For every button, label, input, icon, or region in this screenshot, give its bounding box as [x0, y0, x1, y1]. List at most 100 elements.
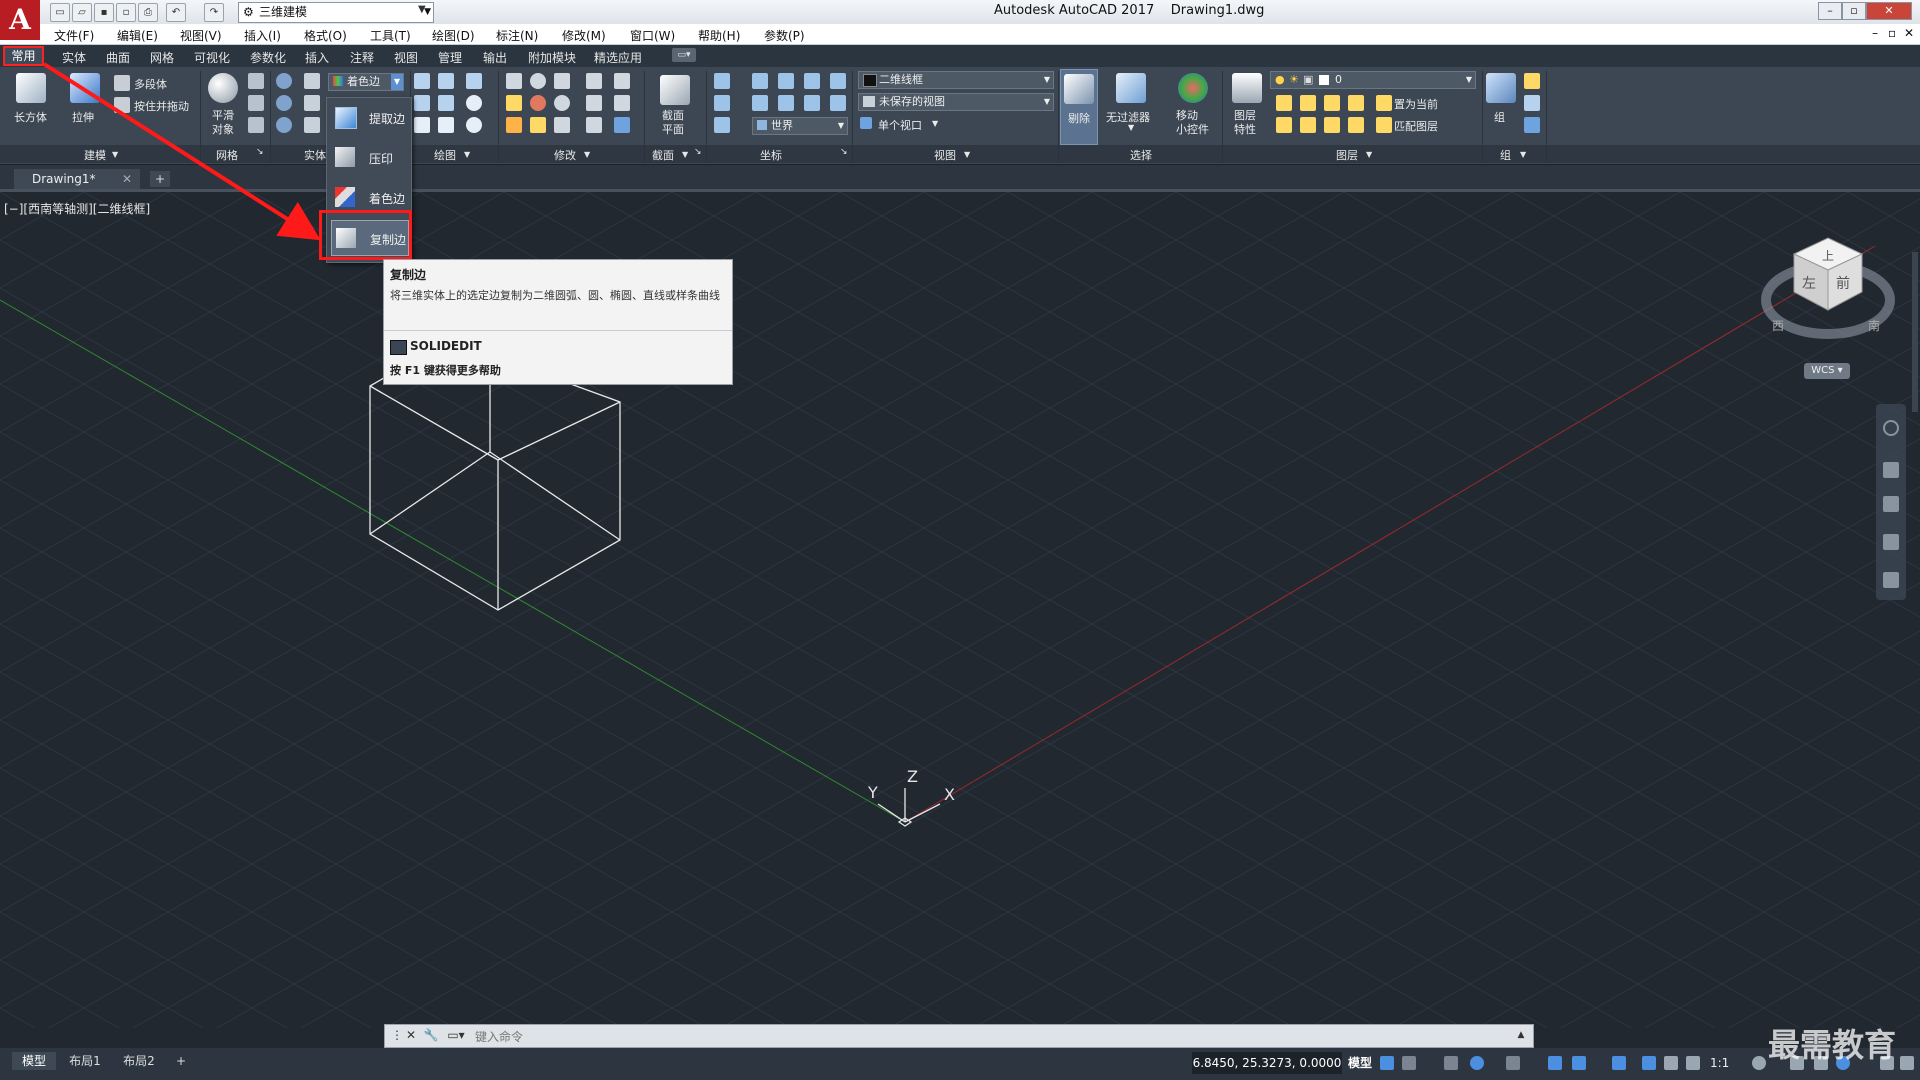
model-space-toggle[interactable]: 模型 — [1348, 1054, 1372, 1071]
ucs-3point-icon[interactable] — [714, 95, 730, 111]
customization-menu-icon[interactable] — [1900, 1056, 1914, 1070]
chevron-down-icon[interactable]: ▼ — [1128, 123, 1134, 132]
layer-combo[interactable]: ● ☀ ▣ 0 ▼ — [1270, 71, 1476, 89]
steering-wheel-icon[interactable] — [1883, 420, 1899, 436]
drawing-canvas[interactable]: Z X Y 上 左 前 西 南 — [0, 192, 1920, 1028]
ucs-z-icon[interactable] — [778, 73, 794, 89]
polar-icon[interactable] — [1470, 1056, 1484, 1070]
application-menu-button[interactable]: A — [0, 0, 40, 40]
ucs-object-icon[interactable] — [752, 95, 768, 111]
tab-featured-apps[interactable]: 精选应用 — [594, 49, 642, 66]
chevron-down-icon[interactable]: ▼ — [932, 119, 938, 128]
panel-title-section[interactable]: 截面 — [652, 147, 674, 163]
rectangle-icon[interactable] — [438, 117, 454, 133]
viewcube-top-face[interactable]: 上 — [1822, 249, 1834, 263]
object-snap-tracking-icon[interactable] — [1548, 1056, 1562, 1070]
viewcube-left-face[interactable]: 左 — [1802, 276, 1816, 292]
vertical-scrollbar[interactable] — [1912, 252, 1918, 412]
align-icon[interactable] — [614, 73, 630, 89]
panel-title-selection[interactable]: 选择 — [1130, 147, 1152, 163]
panel-expand-icon[interactable]: ▼ — [1366, 150, 1372, 159]
selection-cycling-icon[interactable] — [1642, 1056, 1656, 1070]
ortho-icon[interactable] — [1444, 1056, 1458, 1070]
match-layer-icon[interactable] — [1376, 117, 1392, 133]
dynamic-ucs-icon[interactable] — [1612, 1056, 1626, 1070]
ucs-zaxis-icon[interactable] — [830, 95, 846, 111]
workspace-switch-icon[interactable] — [1752, 1056, 1766, 1070]
annotation-visibility-icon[interactable] — [1664, 1056, 1678, 1070]
close-icon[interactable]: ✕ — [403, 1027, 419, 1043]
tab-layout1[interactable]: 布局1 — [62, 1052, 108, 1070]
tab-output[interactable]: 输出 — [483, 49, 507, 66]
circle-icon[interactable] — [466, 95, 482, 111]
panel-expand-icon[interactable]: ▼ — [682, 150, 688, 159]
ucs-named-icon[interactable] — [714, 117, 730, 133]
tab-layout2[interactable]: 布局2 — [116, 1052, 162, 1070]
panel-title-groups[interactable]: 组 — [1500, 147, 1511, 163]
layer-unisolate-icon[interactable] — [1276, 117, 1292, 133]
layer-walk-icon[interactable] — [1300, 117, 1316, 133]
single-viewport-button[interactable]: 单个视口 — [878, 117, 922, 133]
visual-style-combo[interactable]: 二维线框 ▼ — [858, 71, 1054, 89]
orbit-icon[interactable] — [1883, 534, 1899, 550]
3d-rotate-icon[interactable] — [530, 95, 546, 111]
menu-parametric[interactable]: 参数(P) — [764, 27, 805, 44]
object-snap-icon[interactable] — [1572, 1056, 1586, 1070]
menu-window[interactable]: 窗口(W) — [630, 27, 675, 44]
stretch-icon[interactable] — [554, 117, 570, 133]
isodraft-icon[interactable] — [1506, 1056, 1520, 1070]
tab-model[interactable]: 模型 — [12, 1052, 56, 1070]
fillet-icon[interactable] — [506, 95, 522, 111]
set-current-icon[interactable] — [1376, 95, 1392, 111]
layer-isolate-icon[interactable] — [1300, 95, 1316, 111]
array-icon[interactable] — [586, 95, 602, 111]
ellipse-icon[interactable] — [466, 117, 482, 133]
layer-freeze-tool-icon[interactable] — [1324, 95, 1340, 111]
coordinates-readout[interactable]: 6.8450, 25.3273, 0.0000 — [1192, 1052, 1342, 1074]
minimize-button[interactable]: – — [1818, 2, 1842, 20]
copy-icon[interactable] — [586, 117, 602, 133]
annotation-scale[interactable]: 1:1 — [1710, 1056, 1729, 1070]
layer-properties-icon[interactable] — [1232, 73, 1262, 103]
maximize-button[interactable]: ▫ — [1842, 2, 1866, 20]
saved-view-combo[interactable]: 未保存的视图 ▼ — [858, 93, 1054, 111]
layer-lock-tool-icon[interactable] — [1348, 95, 1364, 111]
doc-minimize-button[interactable]: – — [1872, 26, 1878, 40]
rectangular-array-icon[interactable] — [614, 117, 630, 133]
ucs-x-icon[interactable] — [804, 73, 820, 89]
ucs-view-icon[interactable] — [830, 73, 846, 89]
menu-dimension[interactable]: 标注(N) — [496, 27, 538, 44]
group-edit-icon[interactable] — [1524, 95, 1540, 111]
panel-title-coordinates[interactable]: 坐标 — [760, 147, 782, 163]
compass-south[interactable]: 南 — [1868, 318, 1880, 333]
tab-addins[interactable]: 附加模块 — [528, 49, 576, 66]
menu-modify[interactable]: 修改(M) — [562, 27, 606, 44]
compass-west[interactable]: 西 — [1772, 319, 1784, 333]
group-icon[interactable] — [1486, 73, 1516, 103]
trim-icon[interactable] — [506, 73, 522, 89]
ucs-icon[interactable] — [714, 73, 730, 89]
ucs-world-combo[interactable]: 世界 ▼ — [752, 117, 848, 135]
set-current-button[interactable]: 置为当前 — [1394, 96, 1438, 112]
rotate-icon[interactable] — [530, 73, 546, 89]
group-select-icon[interactable] — [1524, 117, 1540, 133]
doc-close-button[interactable]: ✕ — [1904, 26, 1914, 40]
menu-draw[interactable]: 绘图(D) — [432, 27, 475, 44]
panel-title-modify[interactable]: 修改 — [554, 147, 576, 163]
offset-icon[interactable] — [554, 95, 570, 111]
panel-title-view[interactable]: 视图 — [934, 147, 956, 163]
chevron-up-icon[interactable]: ▲ — [1513, 1027, 1529, 1043]
tab-manage[interactable]: 管理 — [438, 49, 462, 66]
match-layer-button[interactable]: 匹配图层 — [1394, 118, 1438, 134]
panel-launcher-icon[interactable]: ↘ — [840, 147, 848, 157]
mirror-3d-icon[interactable] — [586, 73, 602, 89]
snap-icon[interactable] — [1402, 1056, 1416, 1070]
move-icon[interactable] — [554, 73, 570, 89]
arc-icon[interactable] — [466, 73, 482, 89]
add-layout-button[interactable]: + — [172, 1052, 190, 1070]
scale-icon[interactable] — [530, 117, 546, 133]
panel-title-draw[interactable]: 绘图 — [434, 147, 456, 163]
viewcube-front-face[interactable]: 前 — [1836, 275, 1850, 292]
zoom-extents-icon[interactable] — [1883, 496, 1899, 512]
ucs-face-icon[interactable] — [778, 95, 794, 111]
